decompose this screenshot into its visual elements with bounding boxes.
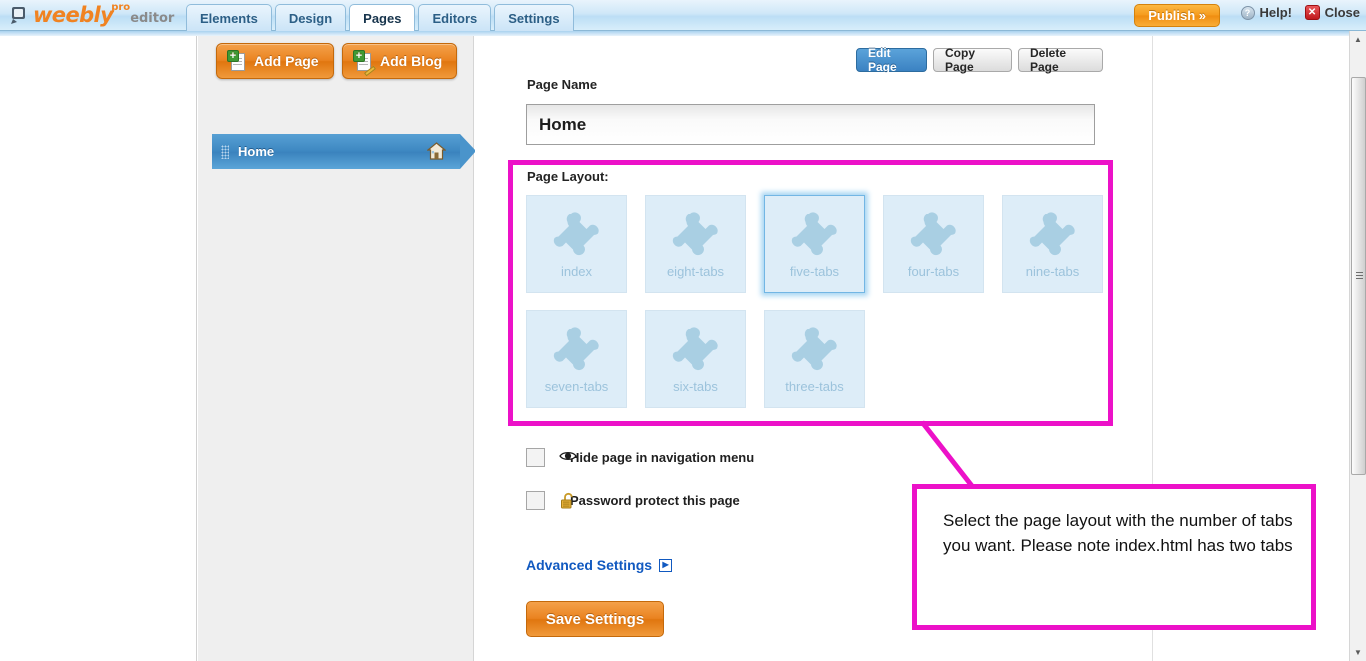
layout-thumb-five-tabs[interactable]: five-tabs xyxy=(764,195,865,293)
puzzle-piece-icon xyxy=(549,325,605,384)
delete-page-button[interactable]: Delete Page xyxy=(1018,46,1103,74)
weebly-mark-icon xyxy=(8,4,30,26)
page-list-item-label: Home xyxy=(238,144,275,159)
pages-panel: + Add Page + Add Blog Home xyxy=(198,36,476,661)
new-document-icon: + xyxy=(227,49,247,72)
unlocked-padlock-icon xyxy=(559,492,577,510)
save-settings-button[interactable]: Save Settings xyxy=(526,601,664,637)
layout-thumb-three-tabs[interactable]: three-tabs xyxy=(764,310,865,408)
layout-thumb-label: index xyxy=(560,264,593,279)
help-label: Help! xyxy=(1259,5,1293,20)
page-layout-gallery: index eight-tabs five-tabs four-tabs nin… xyxy=(526,195,1103,408)
close-label: Close xyxy=(1324,5,1360,20)
puzzle-piece-icon xyxy=(668,325,724,384)
layout-thumb-index[interactable]: index xyxy=(526,195,627,293)
add-page-label: Add Page xyxy=(254,53,319,69)
page-item-arrow-icon xyxy=(460,134,476,169)
hide-page-checkbox[interactable] xyxy=(526,448,545,467)
puzzle-piece-icon xyxy=(906,210,962,269)
password-protect-checkbox[interactable] xyxy=(526,491,545,510)
top-bar: weebly pro editor Elements Design Pages … xyxy=(0,0,1366,32)
layout-row-1: index eight-tabs five-tabs four-tabs nin… xyxy=(526,195,1103,293)
layout-thumb-eight-tabs[interactable]: eight-tabs xyxy=(645,195,746,293)
advanced-settings-link[interactable]: Advanced Settings ▶ xyxy=(526,557,673,573)
edit-page-button[interactable]: Edit Page xyxy=(856,46,927,74)
drag-grip-icon[interactable] xyxy=(221,144,229,159)
layout-thumb-label: six-tabs xyxy=(673,379,718,394)
add-page-button[interactable]: + Add Page xyxy=(216,43,334,79)
eye-icon xyxy=(559,449,577,467)
left-rail xyxy=(0,36,197,661)
tab-pages[interactable]: Pages xyxy=(349,4,416,32)
page-name-label: Page Name xyxy=(527,77,598,92)
layout-thumb-six-tabs[interactable]: six-tabs xyxy=(645,310,746,408)
layout-thumb-nine-tabs[interactable]: nine-tabs xyxy=(1002,195,1103,293)
question-circle-icon: ? xyxy=(1240,5,1255,20)
vertical-scrollbar[interactable]: ▲ ▼ xyxy=(1349,31,1366,661)
layout-thumb-label: five-tabs xyxy=(789,264,840,279)
tab-settings[interactable]: Settings xyxy=(494,4,574,31)
close-link[interactable]: ✕ Close xyxy=(1304,5,1360,20)
layout-thumb-label: nine-tabs xyxy=(1025,264,1080,279)
scrollbar-grip-icon xyxy=(1356,272,1363,281)
logo-wordmark: weebly xyxy=(33,3,114,27)
layout-thumb-label: eight-tabs xyxy=(666,264,725,279)
tab-elements[interactable]: Elements xyxy=(186,4,272,31)
main-tab-bar: Elements Design Pages Editors Settings xyxy=(186,4,574,32)
layout-row-2: seven-tabs six-tabs three-tabs xyxy=(526,310,1103,408)
scroll-up-arrow-icon[interactable]: ▲ xyxy=(1350,31,1366,48)
publish-button[interactable]: Publish » xyxy=(1134,4,1220,27)
puzzle-piece-icon xyxy=(1025,210,1081,269)
page-layout-label: Page Layout: xyxy=(527,169,609,184)
help-link[interactable]: ? Help! xyxy=(1240,5,1293,20)
advanced-settings-label: Advanced Settings xyxy=(526,557,653,573)
layout-thumb-seven-tabs[interactable]: seven-tabs xyxy=(526,310,627,408)
home-icon xyxy=(426,142,447,161)
password-protect-label: Password protect this page xyxy=(570,493,740,508)
annotation-callout: Select the page layout with the number o… xyxy=(912,484,1316,630)
page-list-item-home[interactable]: Home xyxy=(212,134,476,169)
logo-editor-text: editor xyxy=(130,10,175,26)
layout-thumb-four-tabs[interactable]: four-tabs xyxy=(883,195,984,293)
password-protect-row: Password protect this page xyxy=(526,491,740,510)
logo-pro-badge: pro xyxy=(111,1,131,13)
tab-design[interactable]: Design xyxy=(274,4,347,31)
puzzle-piece-icon xyxy=(787,210,843,269)
hide-page-label: Hide page in navigation menu xyxy=(570,450,755,465)
layout-thumb-label: seven-tabs xyxy=(544,379,609,394)
hide-page-row: Hide page in navigation menu xyxy=(526,448,754,467)
annotation-callout-text: Select the page layout with the number o… xyxy=(943,511,1293,555)
puzzle-piece-icon xyxy=(549,210,605,269)
page-name-input[interactable] xyxy=(526,104,1095,145)
puzzle-piece-icon xyxy=(668,210,724,269)
tab-editors[interactable]: Editors xyxy=(418,4,492,31)
close-circle-icon: ✕ xyxy=(1304,5,1320,20)
scroll-down-arrow-icon[interactable]: ▼ xyxy=(1350,644,1366,661)
copy-page-button[interactable]: Copy Page xyxy=(933,46,1012,74)
new-blog-icon: + xyxy=(353,49,376,76)
layout-thumb-label: three-tabs xyxy=(785,379,844,394)
add-blog-button[interactable]: + Add Blog xyxy=(342,43,458,79)
layout-thumb-label: four-tabs xyxy=(907,264,960,279)
add-blog-label: Add Blog xyxy=(380,53,443,69)
weebly-logo: weebly pro editor xyxy=(8,2,176,28)
play-arrow-box-icon: ▶ xyxy=(659,558,673,572)
puzzle-piece-icon xyxy=(787,325,843,384)
scrollbar-thumb[interactable] xyxy=(1351,77,1366,475)
